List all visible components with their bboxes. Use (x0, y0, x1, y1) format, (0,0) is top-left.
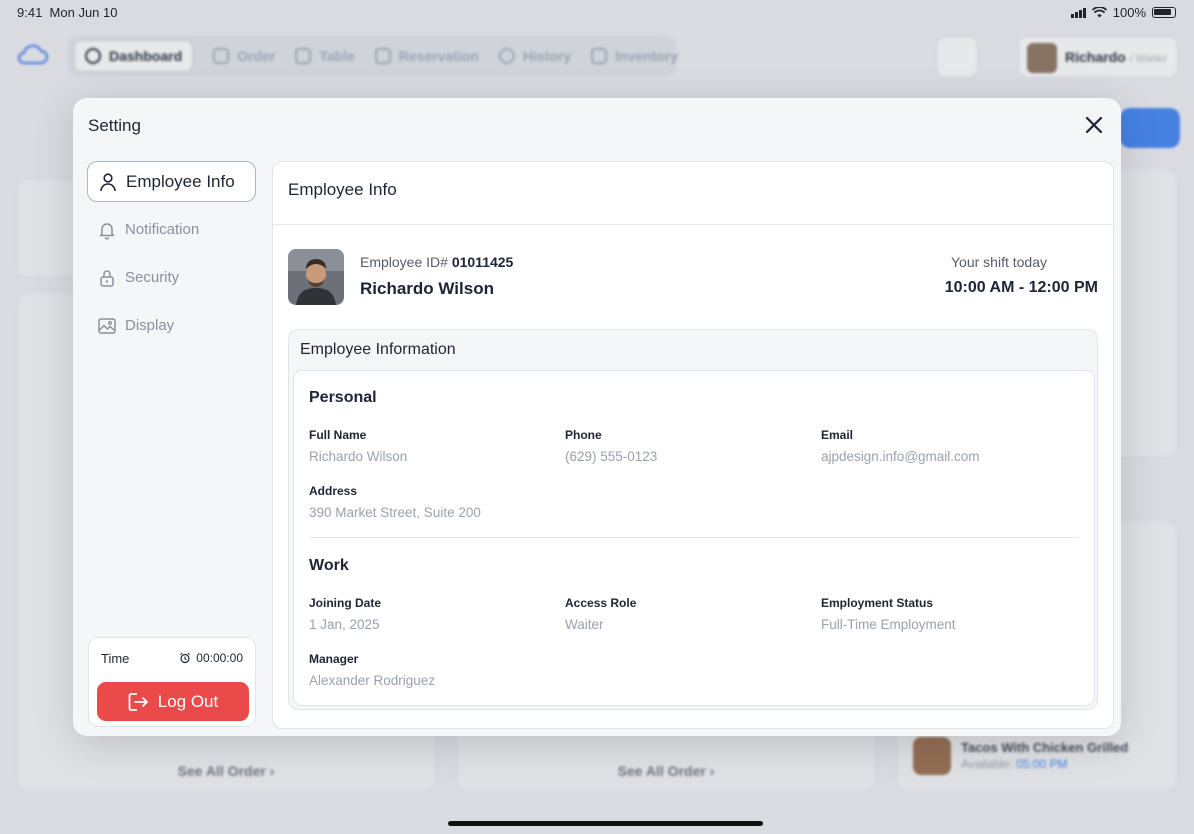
logout-button[interactable]: Log Out (97, 682, 249, 721)
menu-label: Employee Info (126, 171, 235, 191)
menu-notification[interactable]: Notification (87, 209, 256, 250)
close-icon[interactable] (1083, 114, 1105, 136)
divider (309, 537, 1079, 538)
panel-title: Employee Info (273, 162, 1113, 225)
menu-label: Notification (125, 221, 200, 238)
employee-details: Personal Full Name Richardo Wilson Phone… (293, 370, 1095, 706)
menu-label: Display (125, 317, 175, 334)
phone-field: Phone (629) 555-0123 (565, 428, 658, 464)
employee-info-panel: Employee Info Employee ID# 01011425 Rich… (272, 161, 1114, 729)
bell-icon (99, 222, 115, 239)
full-name-field: Full Name Richardo Wilson (309, 428, 408, 464)
employee-name: Richardo Wilson (360, 279, 494, 298)
employee-id: Employee ID# 01011425 (360, 254, 514, 270)
section-title: Employee Information (300, 341, 456, 358)
menu-employee-info[interactable]: Employee Info (87, 161, 256, 202)
shift-time: 10:00 AM - 12:00 PM (944, 279, 1098, 296)
shift-label: Your shift today (951, 254, 1047, 270)
employment-status-field: Employment Status Full-Time Employment (821, 596, 956, 632)
employee-information-section: Employee Information Personal Full Name … (288, 329, 1098, 710)
menu-label: Security (125, 269, 180, 286)
address-field: Address 390 Market Street, Suite 200 (309, 484, 481, 520)
menu-security[interactable]: Security (87, 257, 256, 298)
work-title: Work (309, 557, 349, 574)
time-box: Time 00:00:00 Log Out (88, 637, 256, 727)
access-role-field: Access Role Waiter (565, 596, 637, 632)
lock-icon (100, 269, 114, 287)
menu-display[interactable]: Display (87, 305, 256, 346)
email-field: Email ajpdesign.info@gmail.com (821, 428, 980, 464)
home-indicator (448, 821, 763, 826)
modal-title: Setting (88, 116, 141, 135)
logout-label: Log Out (157, 691, 219, 711)
settings-modal: Setting Employee Info Notification Secur… (73, 98, 1121, 736)
personal-title: Personal (309, 389, 377, 406)
time-label: Time (101, 651, 130, 666)
time-value: 00:00:00 (196, 651, 243, 665)
alarm-clock-icon (180, 652, 191, 664)
logout-icon (128, 692, 148, 711)
joining-date-field: Joining Date 1 Jan, 2025 (309, 596, 382, 632)
timer: 00:00:00 (179, 651, 243, 665)
image-icon (98, 317, 116, 334)
manager-field: Manager Alexander Rodriguez (309, 652, 436, 688)
employee-photo (288, 249, 344, 305)
user-icon (100, 172, 116, 191)
